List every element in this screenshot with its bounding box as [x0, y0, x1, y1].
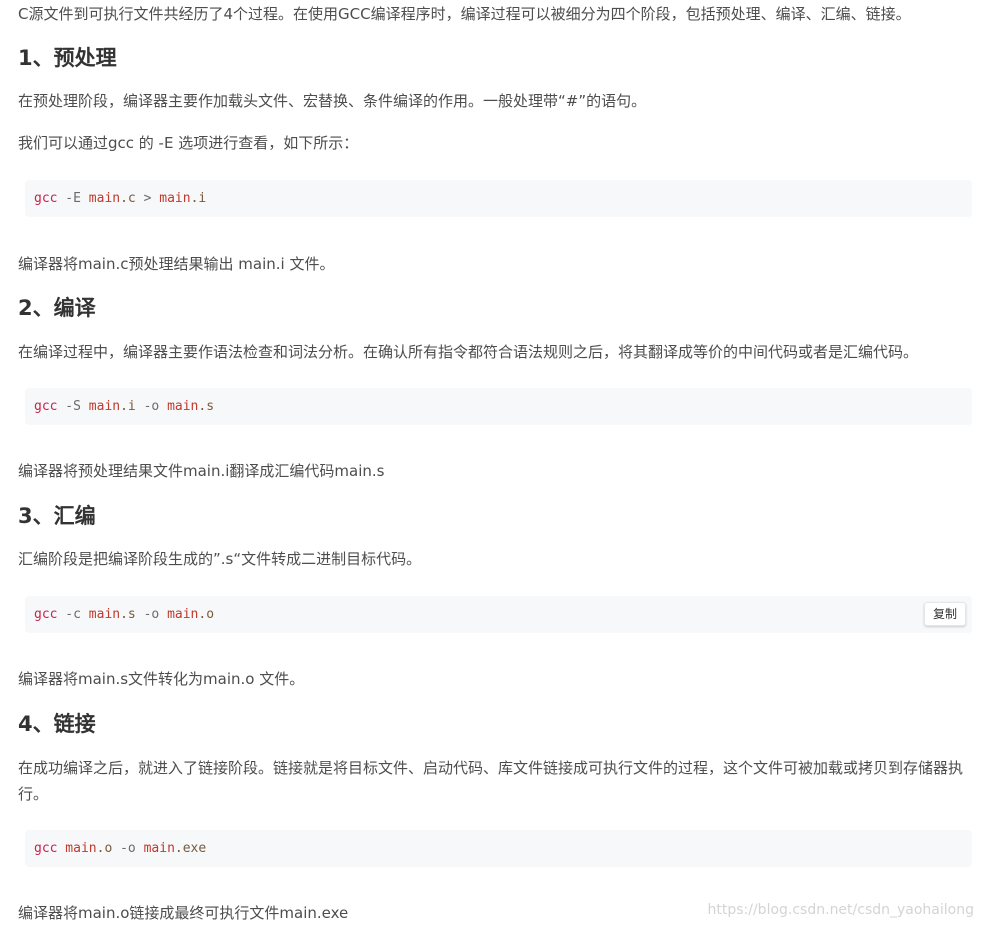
- code-token: -S: [57, 399, 89, 414]
- code-line: gcc -E main.c > main.i: [34, 190, 206, 207]
- code-block-compile: gcc -S main.i -o main.s: [25, 388, 972, 425]
- code-token: main: [88, 191, 121, 206]
- code-token: main: [167, 607, 199, 622]
- code-token: .o: [198, 607, 215, 622]
- code-token: -o: [135, 607, 168, 622]
- compile-paragraph: 在编译过程中，编译器主要作语法检查和词法分析。在确认所有指令都符合语法规则之后，…: [18, 343, 919, 361]
- code-token: main: [143, 841, 175, 856]
- heading-compile: 2、编译: [18, 296, 96, 320]
- code-token: -o: [112, 841, 144, 856]
- watermark-url: https://blog.csdn.net/csdn_yaohailong: [707, 902, 975, 918]
- assemble-paragraph: 汇编阶段是把编译阶段生成的”.s“文件转成二进制目标代码。: [18, 550, 422, 568]
- code-token: main: [88, 399, 121, 414]
- preprocess-result: 编译器将main.c预处理结果输出 main.i 文件。: [18, 255, 335, 273]
- code-block-link: gcc main.o -o main.exe: [25, 830, 972, 867]
- compile-result: 编译器将预处理结果文件main.i翻译成汇编代码main.s: [18, 462, 385, 480]
- article-body: C源文件到可执行文件共经历了4个过程。在使用GCC编译程序时，编译过程可以被细分…: [0, 0, 982, 929]
- code-token: .exe: [174, 841, 207, 856]
- preprocess-paragraph-1: 在预处理阶段，编译器主要作加载头文件、宏替换、条件编译的作用。一般处理带“#”的…: [18, 92, 647, 110]
- intro-paragraph: C源文件到可执行文件共经历了4个过程。在使用GCC编译程序时，编译过程可以被细分…: [18, 5, 911, 23]
- code-token: gcc: [34, 191, 58, 206]
- code-token: .c: [120, 191, 136, 206]
- code-token: gcc: [34, 841, 58, 856]
- link-result: 编译器将main.o链接成最终可执行文件main.exe: [18, 904, 349, 922]
- preprocess-paragraph-2: 我们可以通过gcc 的 -E 选项进行查看，如下所示：: [18, 134, 359, 152]
- copy-button[interactable]: 复制: [923, 602, 966, 626]
- code-block-assemble: gcc -c main.s -o main.o 复制: [25, 596, 972, 633]
- code-token: .s: [120, 607, 136, 622]
- code-line: gcc -S main.i -o main.s: [34, 398, 214, 415]
- code-token: gcc: [34, 607, 58, 622]
- code-line: gcc -c main.s -o main.o: [34, 606, 214, 623]
- code-token: -c: [57, 607, 89, 622]
- code-token: -o: [135, 399, 168, 414]
- heading-link: 4、链接: [18, 712, 96, 736]
- code-token: main: [57, 841, 97, 856]
- code-token: -E: [57, 191, 89, 206]
- assemble-result: 编译器将main.s文件转化为main.o 文件。: [18, 670, 305, 688]
- code-token: main: [167, 399, 199, 414]
- code-token: gcc: [34, 399, 58, 414]
- code-line: gcc main.o -o main.exe: [34, 840, 206, 857]
- code-token: >: [135, 191, 160, 206]
- code-block-preprocess: gcc -E main.c > main.i: [25, 180, 972, 217]
- code-token: main: [88, 607, 121, 622]
- code-token: .o: [96, 841, 113, 856]
- heading-assemble: 3、汇编: [18, 504, 96, 528]
- code-token: .i: [120, 399, 136, 414]
- heading-preprocess: 1、预处理: [18, 46, 117, 70]
- code-token: main: [159, 191, 191, 206]
- code-token: .i: [190, 191, 207, 206]
- code-token: .s: [198, 399, 215, 414]
- link-paragraph: 在成功编译之后，就进入了链接阶段。链接就是将目标文件、启动代码、库文件链接成可执…: [18, 759, 964, 803]
